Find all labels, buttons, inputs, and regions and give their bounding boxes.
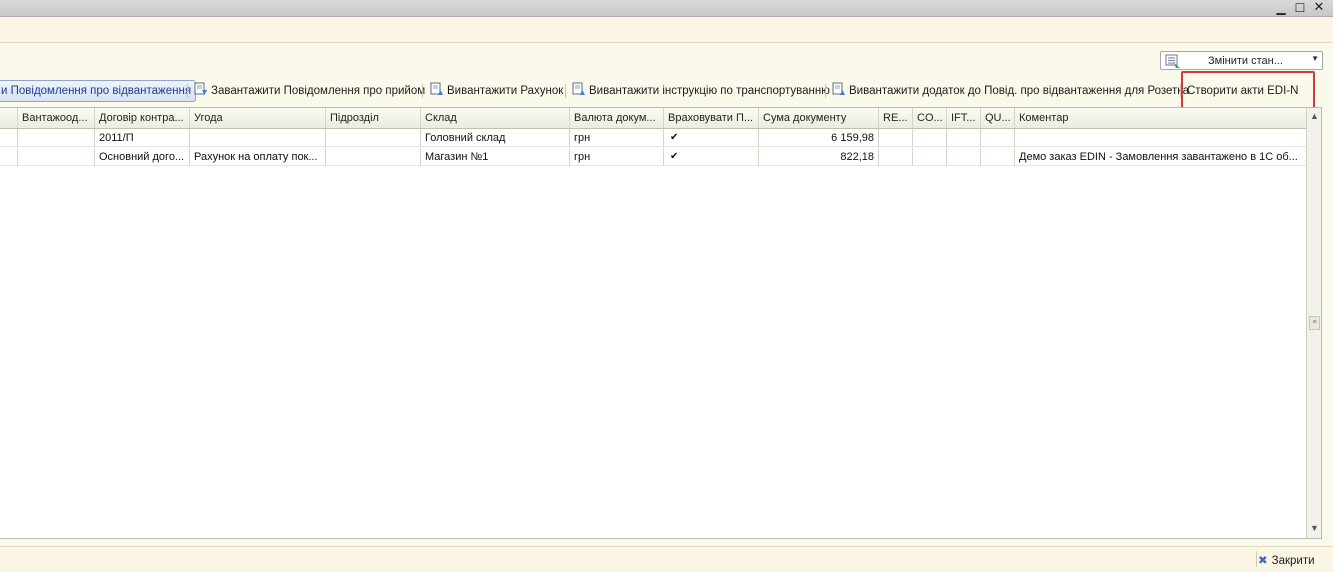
upload-invoice-button[interactable]: Вивантажити Рахунок bbox=[429, 80, 563, 102]
cell-re bbox=[879, 148, 913, 166]
table-header: Вантажоод... Договір контра... Угода Під… bbox=[0, 108, 1306, 129]
upload-document-icon bbox=[572, 82, 585, 96]
cell-qu bbox=[981, 129, 1015, 147]
column-header-comment[interactable]: Коментар bbox=[1015, 108, 1306, 128]
upload-rozetka-button[interactable]: Вивантажити додаток до Повід. про відван… bbox=[831, 80, 1189, 102]
column-header-marker[interactable] bbox=[0, 108, 18, 128]
check-icon[interactable]: ✔ bbox=[664, 148, 759, 166]
vertical-scrollbar[interactable]: ▲ ≡ ▼ bbox=[1306, 107, 1322, 539]
change-state-label: Змінити стан... bbox=[1208, 55, 1283, 67]
minimize-icon[interactable]: ▁ bbox=[1273, 1, 1289, 15]
change-state-dropdown[interactable]: Змінити стан... ▼ bbox=[1160, 51, 1323, 70]
load-receipt-label: Завантажити Повідомлення про прийом bbox=[211, 85, 426, 97]
toolbar-divider bbox=[187, 84, 188, 98]
cell-warehouse: Магазин №1 bbox=[421, 148, 570, 166]
documents-table: Вантажоод... Договір контра... Угода Під… bbox=[0, 107, 1306, 539]
column-header-contract[interactable]: Договір контра... bbox=[95, 108, 190, 128]
chevron-down-icon: ▼ bbox=[1311, 54, 1319, 63]
upload-transport-button[interactable]: Вивантажити інструкцію по транспортуванн… bbox=[571, 80, 830, 102]
column-header-warehouse[interactable]: Склад bbox=[421, 108, 570, 128]
cell-ift bbox=[947, 148, 981, 166]
cell-co bbox=[913, 129, 947, 147]
shipment-notice-label: и Повідомлення про відвантаження bbox=[1, 85, 192, 97]
upload-transport-label: Вивантажити інструкцію по транспортуванн… bbox=[589, 85, 830, 97]
column-header-ift[interactable]: IFT... bbox=[947, 108, 981, 128]
close-window-icon[interactable]: ✕ bbox=[1311, 1, 1327, 15]
column-header-co[interactable]: CO... bbox=[913, 108, 947, 128]
column-header-re[interactable]: RE... bbox=[879, 108, 913, 128]
check-icon[interactable]: ✔ bbox=[664, 129, 759, 147]
cell-contract: Основний дого... bbox=[95, 148, 190, 166]
table-row[interactable]: Основний дого... Рахунок на оплату пок..… bbox=[0, 148, 1306, 166]
column-header-currency[interactable]: Валюта докум... bbox=[570, 108, 664, 128]
column-header-consignee[interactable]: Вантажоод... bbox=[18, 108, 95, 128]
close-icon: ✖ bbox=[1258, 553, 1268, 567]
scroll-thumb[interactable]: ≡ bbox=[1309, 316, 1320, 330]
cell-amount: 822,18 bbox=[759, 148, 879, 166]
row-marker bbox=[0, 148, 18, 166]
load-receipt-button[interactable]: Завантажити Повідомлення про прийом bbox=[193, 80, 425, 102]
cell-re bbox=[879, 129, 913, 147]
column-header-deal[interactable]: Угода bbox=[190, 108, 326, 128]
window-titlebar: ▁ ☐ ✕ bbox=[0, 0, 1333, 17]
cell-currency: грн bbox=[570, 148, 664, 166]
cell-department bbox=[326, 148, 421, 166]
cell-comment bbox=[1015, 129, 1306, 147]
cell-comment: Демо заказ EDIN - Замовлення завантажено… bbox=[1019, 151, 1298, 163]
menu-strip bbox=[0, 17, 1333, 43]
toolbar-divider bbox=[422, 84, 423, 98]
cell-deal bbox=[190, 129, 326, 147]
scroll-down-icon[interactable]: ▼ bbox=[1309, 523, 1320, 535]
cell-qu bbox=[981, 148, 1015, 166]
upload-rozetka-label: Вивантажити додаток до Повід. про відван… bbox=[849, 85, 1189, 97]
footer-divider bbox=[1256, 551, 1257, 567]
cell-amount: 6 159,98 bbox=[759, 129, 879, 147]
cell-department bbox=[326, 129, 421, 147]
upload-invoice-label: Вивантажити Рахунок bbox=[447, 85, 564, 97]
column-header-department[interactable]: Підрозділ bbox=[326, 108, 421, 128]
close-label: Закрити bbox=[1271, 555, 1315, 567]
cell-consignee bbox=[18, 148, 95, 166]
form-footer: ✖ Закрити bbox=[0, 546, 1333, 572]
maximize-icon[interactable]: ☐ bbox=[1292, 1, 1308, 15]
scroll-up-icon[interactable]: ▲ bbox=[1309, 111, 1320, 123]
state-list-icon bbox=[1165, 54, 1180, 68]
cell-contract: 2011/П bbox=[95, 129, 190, 147]
load-document-icon bbox=[194, 82, 207, 96]
upload-document-icon bbox=[832, 82, 845, 96]
shipment-notice-button[interactable]: и Повідомлення про відвантаження bbox=[0, 80, 197, 102]
toolbar-divider bbox=[565, 84, 566, 98]
column-header-consider[interactable]: Враховувати П... bbox=[664, 108, 759, 128]
cell-consignee bbox=[18, 129, 95, 147]
row-marker bbox=[0, 129, 18, 147]
cell-co bbox=[913, 148, 947, 166]
cell-warehouse: Головний склад bbox=[421, 129, 570, 147]
cell-currency: грн bbox=[570, 129, 664, 147]
cell-ift bbox=[947, 129, 981, 147]
table-row[interactable]: 2011/П Головний склад грн ✔ 6 159,98 bbox=[0, 129, 1306, 147]
toolbar-divider bbox=[825, 84, 826, 98]
close-button[interactable]: ✖ Закрити bbox=[1258, 553, 1315, 567]
column-header-amount[interactable]: Сума документу bbox=[759, 108, 879, 128]
cell-deal: Рахунок на оплату пок... bbox=[190, 148, 326, 166]
column-header-qu[interactable]: QU... bbox=[981, 108, 1015, 128]
highlight-annotation bbox=[1181, 71, 1315, 111]
upload-document-icon bbox=[430, 82, 443, 96]
